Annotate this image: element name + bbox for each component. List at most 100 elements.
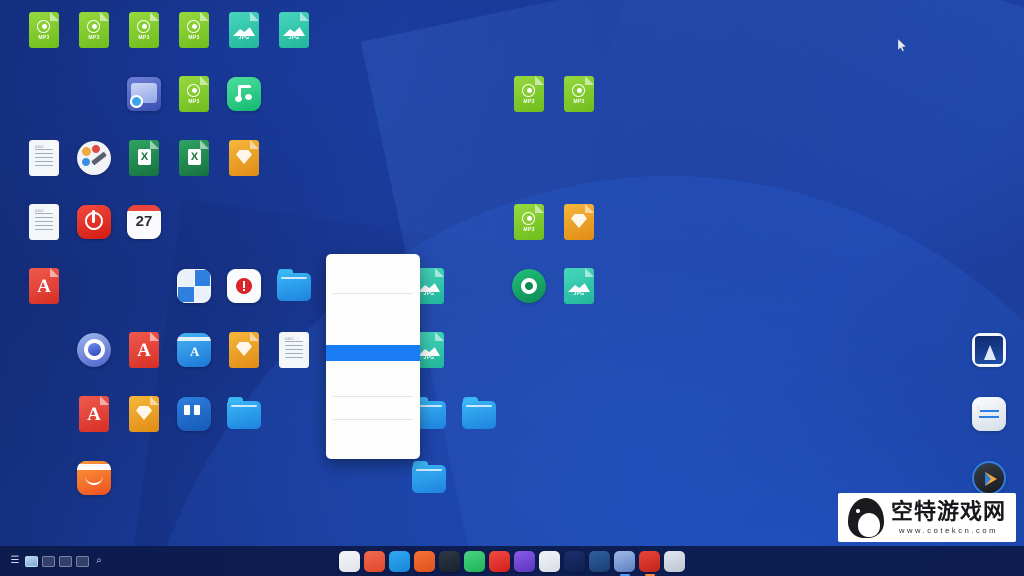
dock[interactable]: [339, 550, 685, 572]
app-store-icon: [76, 461, 112, 497]
folder-icon: [411, 461, 447, 501]
dock-item-image-viewer[interactable]: [539, 550, 560, 572]
context-menu-item[interactable]: [326, 313, 420, 329]
jpg-icon: JPG: [276, 12, 312, 48]
pdf-icon: A: [126, 332, 162, 368]
workspace-switcher[interactable]: ☰ ⌕: [0, 555, 105, 567]
context-menu-separator: [333, 396, 413, 397]
app-video-icon: [971, 461, 1007, 497]
app-netease-icon: [76, 205, 112, 241]
dock-item-music-player[interactable]: [464, 550, 485, 572]
desktop-icon[interactable]: [210, 396, 278, 440]
dock-item-terminal[interactable]: [639, 550, 660, 572]
dock-item-launcher[interactable]: [339, 550, 360, 572]
dock-item-app-store[interactable]: [389, 550, 410, 572]
mp3-icon: MP3: [76, 12, 112, 48]
workspace-thumb[interactable]: [76, 555, 89, 567]
mp3-icon: MP3: [511, 76, 547, 112]
app-voice-icon: [226, 269, 262, 305]
dock-item-screenshot-tool[interactable]: [564, 550, 585, 572]
desktop-icon[interactable]: [955, 332, 1023, 372]
app-backup-icon: [511, 269, 547, 305]
xlsx-icon: [126, 140, 162, 176]
desktop-icon[interactable]: ABC: [260, 332, 328, 371]
app-viewer-icon: [126, 77, 162, 113]
workspace-thumb[interactable]: [59, 555, 72, 567]
dock-item-search-tool[interactable]: [514, 550, 535, 572]
context-menu-item[interactable]: [326, 297, 420, 313]
context-menu-item[interactable]: [326, 274, 420, 290]
app-paint-icon: [76, 141, 112, 177]
dock-item-video-player[interactable]: [439, 550, 460, 572]
search-icon[interactable]: ⌕: [93, 555, 105, 567]
sketch-icon: [226, 332, 262, 368]
folder-icon: [226, 397, 262, 437]
txt-icon: ABC: [26, 140, 62, 176]
context-menu-item[interactable]: [326, 400, 420, 416]
taskbar[interactable]: ☰ ⌕: [0, 546, 1024, 576]
workspace-thumb[interactable]: [42, 555, 55, 567]
watermark-url: www.cotekcn.com: [898, 526, 998, 535]
desktop-icon[interactable]: JPG: [545, 268, 613, 307]
app-browser-icon: [76, 333, 112, 369]
desktop-icon[interactable]: JPG: [260, 12, 328, 51]
context-menu-item[interactable]: [326, 258, 420, 274]
dock-item-document-reader[interactable]: [489, 550, 510, 572]
show-desktop-icon[interactable]: ☰: [9, 555, 21, 567]
mouse-cursor: [898, 39, 907, 52]
jpg-icon: JPG: [561, 268, 597, 304]
mp3-icon: MP3: [561, 76, 597, 112]
dock-item-trash[interactable]: [664, 550, 685, 572]
workspace-thumb[interactable]: [25, 555, 38, 567]
context-menu-item[interactable]: [326, 361, 420, 377]
context-menu-item[interactable]: [326, 329, 420, 345]
app-sync-icon: [971, 397, 1007, 433]
app-files-icon: A: [176, 333, 212, 369]
watermark-site-name: 空特游戏网: [890, 500, 1006, 525]
app-music-icon: [226, 77, 262, 113]
app-calendar-icon: 27: [126, 205, 162, 241]
desktop-icon[interactable]: [395, 460, 463, 504]
desktop-background[interactable]: MP3 MP3 MP3 MP3 JPG JPG MP3 MP3 MP3 ABC ABC 27 MP3 A J…: [0, 0, 1024, 576]
context-menu-separator: [333, 293, 413, 294]
wallpaper-facet-4: [124, 199, 936, 576]
desktop-context-menu[interactable]: [326, 254, 420, 459]
sketch-icon: [226, 140, 262, 176]
jpg-icon: JPG: [226, 12, 262, 48]
context-menu-separator: [333, 419, 413, 420]
mp3-icon: MP3: [26, 12, 62, 48]
txt-icon: ABC: [26, 204, 62, 240]
desktop-icon[interactable]: [955, 396, 1023, 436]
folder-icon: [276, 269, 312, 309]
context-menu-item[interactable]: [326, 423, 420, 439]
context-menu-item[interactable]: [326, 377, 420, 393]
dock-item-file-manager[interactable]: [364, 550, 385, 572]
site-watermark: 空特游戏网 www.cotekcn.com: [837, 493, 1016, 542]
folder-icon: [461, 397, 497, 437]
penguin-logo-icon: [847, 498, 884, 538]
pdf-icon: A: [26, 268, 62, 304]
desktop-icon[interactable]: [445, 396, 513, 440]
desktop-icon[interactable]: 27: [110, 204, 178, 244]
context-menu-item[interactable]: [326, 345, 420, 361]
dock-item-browser[interactable]: [614, 550, 635, 572]
desktop-icon[interactable]: [60, 460, 128, 500]
mp3-icon: MP3: [126, 12, 162, 48]
dock-item-store[interactable]: [414, 550, 435, 572]
desktop-icon[interactable]: [210, 140, 278, 179]
mp3-icon: MP3: [176, 76, 212, 112]
desktop-icon[interactable]: [210, 76, 278, 116]
dock-item-settings[interactable]: [589, 550, 610, 572]
desktop-icon[interactable]: [545, 204, 613, 243]
sketch-icon: [561, 204, 597, 240]
desktop-icon[interactable]: [260, 268, 328, 312]
txt-icon: ABC: [276, 332, 312, 368]
app-calc-icon: [176, 269, 212, 305]
xlsx-icon: [176, 140, 212, 176]
desktop-icon[interactable]: MP3: [545, 76, 613, 115]
context-menu-item[interactable]: [326, 439, 420, 455]
pdf-icon: A: [76, 396, 112, 432]
app-doc-icon: [176, 397, 212, 433]
desktop-icon[interactable]: A: [10, 268, 78, 307]
sketch-icon: [126, 396, 162, 432]
